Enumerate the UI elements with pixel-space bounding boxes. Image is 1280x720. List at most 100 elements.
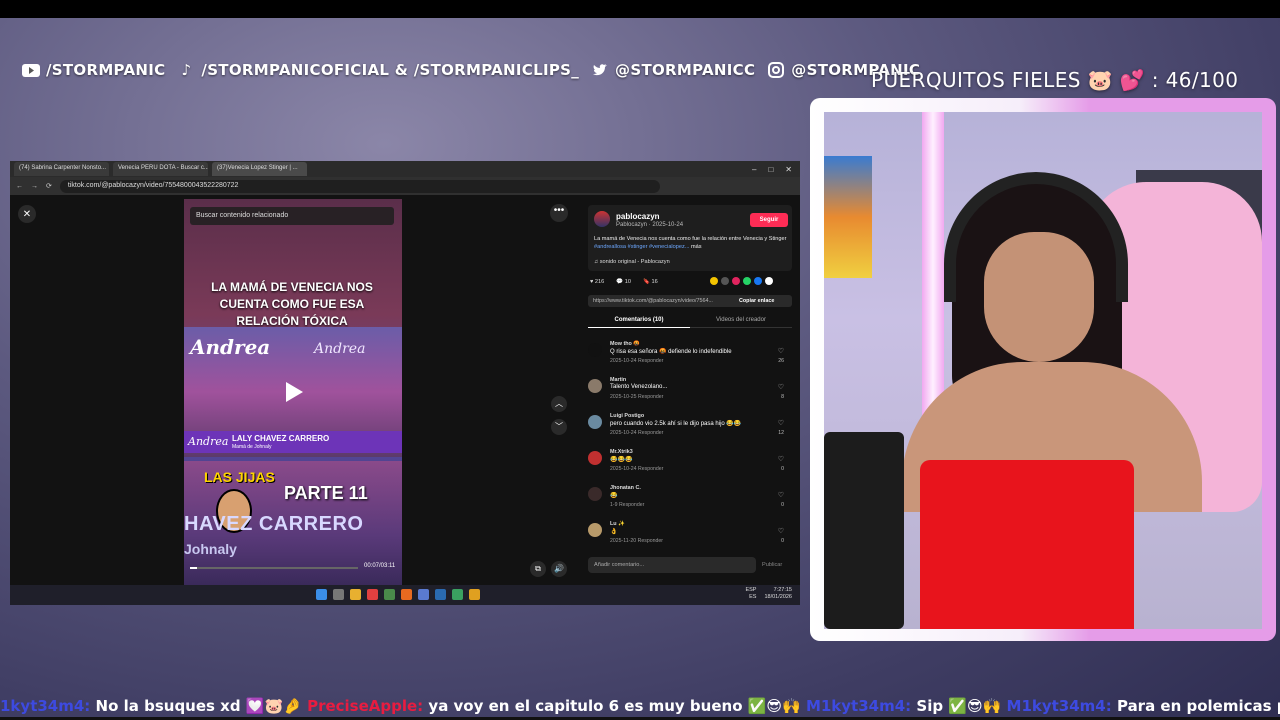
comment-author[interactable]: Luigi Postigo: [610, 413, 644, 419]
comment-text: 😂: [610, 493, 618, 499]
comment-text: 😂😂😂: [610, 457, 633, 463]
avatar[interactable]: [588, 487, 602, 501]
url-field[interactable]: tiktok.com/@pablocazyn/video/75548000435…: [59, 179, 660, 193]
folder-icon[interactable]: [350, 589, 361, 600]
play-icon[interactable]: [280, 379, 306, 405]
comment-like-count: 0: [781, 538, 784, 544]
steam-icon[interactable]: [435, 589, 446, 600]
heart-icon[interactable]: ♡: [778, 347, 784, 355]
related-search-input[interactable]: Buscar contenido relacionado: [190, 207, 394, 225]
edge-icon[interactable]: [452, 589, 463, 600]
comment-like-count: 12: [778, 430, 784, 436]
tab-search[interactable]: Venecia PERU DOTA - Buscar c...: [113, 162, 208, 176]
list-item: Martin Talento Venezolano... 2025-10-25 …: [588, 377, 794, 413]
list-item: Luigi Postigo pero cuando vio 2.5k ahí s…: [588, 413, 794, 449]
heart-icon[interactable]: ♡: [778, 527, 784, 535]
heart-icon[interactable]: ♡: [778, 383, 784, 391]
avatar[interactable]: [588, 343, 602, 357]
follower-goal: PUERQUITOS FIELES 🐷 💕 : 46/100: [871, 68, 1238, 92]
copy-link-button[interactable]: Copiar enlace: [739, 298, 774, 304]
back-icon[interactable]: ←: [16, 183, 23, 190]
volume-button[interactable]: 🔊: [551, 561, 567, 577]
comment-author[interactable]: Mow tho 🤬: [610, 341, 640, 347]
forward-icon[interactable]: →: [31, 183, 38, 190]
close-video-button[interactable]: ✕: [18, 205, 36, 223]
close-icon[interactable]: ✕: [785, 165, 792, 174]
previous-video-button[interactable]: ︿: [551, 396, 567, 412]
comment-meta[interactable]: 2025-10-24 Responder: [610, 430, 663, 436]
search-icon[interactable]: [333, 589, 344, 600]
avatar[interactable]: [588, 415, 602, 429]
goal-label: PUERQUITOS FIELES: [871, 68, 1081, 92]
brave-icon[interactable]: [401, 589, 412, 600]
goal-emojis: 🐷 💕: [1087, 68, 1145, 92]
comment-meta[interactable]: 2025-10-24 Responder: [610, 466, 663, 472]
comment-input[interactable]: Añadir comentario...: [588, 557, 756, 573]
share-icon-1[interactable]: [710, 277, 718, 285]
next-video-button[interactable]: ﹀: [551, 419, 567, 435]
comment-text: 👌: [610, 529, 618, 535]
pip-button[interactable]: ⧉: [530, 561, 546, 577]
clock[interactable]: 7:27:15 18/01/2026: [764, 587, 792, 601]
lower-third-brand: Andrea: [188, 435, 229, 448]
comment-meta[interactable]: 1-9 Responder: [610, 502, 644, 508]
avatar[interactable]: [588, 451, 602, 465]
clip-sub: Johnaly: [184, 541, 237, 557]
post-username[interactable]: pablocazyn: [616, 212, 660, 221]
like-stat[interactable]: ♥ 216: [590, 279, 604, 285]
comment-meta[interactable]: 2025-10-24 Responder: [610, 358, 663, 364]
comment-text: Q risa esa señora 🤬 defiende lo indefend…: [610, 349, 732, 355]
windows-start-icon[interactable]: [316, 589, 327, 600]
more-options-button[interactable]: •••: [550, 204, 568, 222]
tab-youtube[interactable]: (74) Sabrina Carpenter Nonsto...: [14, 162, 109, 176]
chat-ticker: 1kyt34m4: No la bsuques xd 💟🐷🤌 PreciseAp…: [0, 695, 1280, 717]
comment-author[interactable]: Martin: [610, 377, 626, 383]
list-item: Jhonatan C. 😂 1-9 Responder ♡ 0: [588, 485, 794, 521]
comment-like-count: 8: [781, 394, 784, 400]
follow-button[interactable]: Seguir: [750, 213, 788, 227]
video-player[interactable]: Buscar contenido relacionado LA MAMÁ DE …: [184, 199, 402, 585]
comment-author[interactable]: Lu ✨: [610, 521, 625, 527]
minimize-icon[interactable]: –: [752, 165, 756, 174]
twitter-icon: [591, 62, 609, 78]
headset-icon: [944, 172, 1128, 302]
avatar[interactable]: [594, 211, 610, 227]
browser-window: (74) Sabrina Carpenter Nonsto... Venecia…: [10, 161, 800, 605]
tab-tiktok[interactable]: (37)Venecia Lopez Stinger | ...: [212, 162, 307, 176]
whatsapp-icon[interactable]: [743, 277, 751, 285]
tab-strip: (74) Sabrina Carpenter Nonsto... Venecia…: [10, 161, 800, 177]
app-icon[interactable]: [384, 589, 395, 600]
address-bar: ← → ⟳ tiktok.com/@pablocazyn/video/75548…: [10, 177, 800, 195]
embed-icon[interactable]: [721, 277, 729, 285]
comment-meta[interactable]: 2025-11-20 Responder: [610, 538, 663, 544]
comment-author[interactable]: Jhonatan C.: [610, 485, 641, 491]
heart-icon[interactable]: ♡: [778, 455, 784, 463]
language-indicator[interactable]: ESP ES: [745, 587, 756, 601]
sound-link[interactable]: ♫ sonido original - Pablocazyn: [594, 259, 670, 265]
reload-icon[interactable]: ⟳: [46, 182, 52, 190]
post-info-card: pablocazyn Pablocazyn · 2025-10-24 Segui…: [588, 205, 792, 271]
maximize-icon[interactable]: □: [768, 165, 773, 174]
publish-button[interactable]: Publicar: [762, 562, 782, 568]
video-progress-bar[interactable]: [190, 567, 358, 569]
share-icon-2[interactable]: [732, 277, 740, 285]
share-arrow-icon[interactable]: [765, 277, 773, 285]
save-stat[interactable]: 🔖 16: [643, 279, 658, 285]
heart-icon[interactable]: ♡: [778, 419, 784, 427]
tab-comments[interactable]: Comentarios (10): [588, 317, 690, 328]
facebook-icon[interactable]: [754, 277, 762, 285]
lower-third-sub: Mamá de Johnaly: [232, 444, 272, 450]
comment-meta[interactable]: 2025-10-25 Responder: [610, 394, 663, 400]
comment-author[interactable]: Mr.Xtrik3: [610, 449, 633, 455]
avatar[interactable]: [588, 523, 602, 537]
chrome-icon[interactable]: [469, 589, 480, 600]
app-icon[interactable]: [367, 589, 378, 600]
tab-creator-videos[interactable]: Videos del creador: [690, 317, 792, 328]
webcam-feed: [824, 112, 1262, 629]
avatar[interactable]: [588, 379, 602, 393]
more-link[interactable]: más: [689, 244, 702, 250]
comment-stat[interactable]: 💬 10: [616, 279, 631, 285]
app-icon[interactable]: [418, 589, 429, 600]
description-tags[interactable]: #andreallosa #stinger #venecialopez...: [594, 244, 689, 250]
heart-icon[interactable]: ♡: [778, 491, 784, 499]
